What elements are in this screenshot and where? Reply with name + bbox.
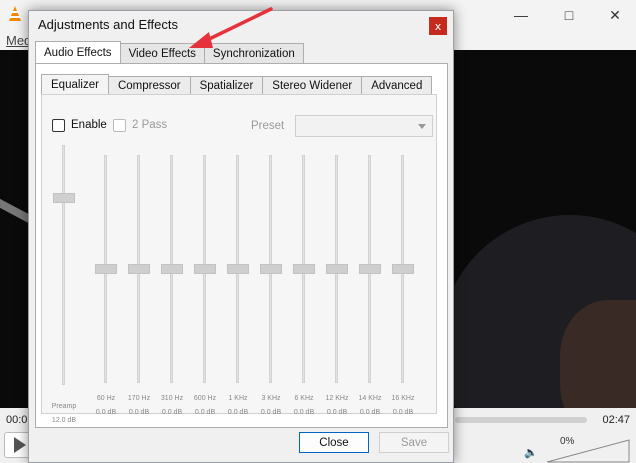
two-pass-checkbox[interactable]	[113, 119, 126, 132]
slider-thumb[interactable]	[392, 264, 414, 274]
volume-slider[interactable]	[545, 438, 631, 463]
slider-thumb[interactable]	[293, 264, 315, 274]
enable-label: Enable	[71, 119, 107, 131]
tab-spatializer[interactable]: Spatializer	[189, 76, 264, 94]
adjustments-dialog: Adjustments and Effects x Audio Effects …	[28, 10, 454, 463]
slider-thumb[interactable]	[227, 264, 249, 274]
preset-label: Preset	[251, 120, 285, 132]
chevron-down-icon	[418, 124, 426, 129]
tab-compressor[interactable]: Compressor	[107, 76, 191, 94]
vlc-cone-icon	[9, 6, 21, 21]
equalizer-panel: Enable 2 Pass Preset Preamp 12.0 dB 60 Hz 0…	[41, 94, 437, 424]
slider-thumb[interactable]	[359, 264, 381, 274]
preamp-label: Preamp	[51, 403, 77, 410]
slider-track[interactable]	[62, 145, 65, 385]
time-total: 02:47	[602, 414, 630, 426]
slider-thumb[interactable]	[95, 264, 117, 274]
slider-thumb[interactable]	[260, 264, 282, 274]
volume-percent: 0%	[560, 436, 575, 447]
slider-thumb[interactable]	[128, 264, 150, 274]
slider-thumb[interactable]	[194, 264, 216, 274]
two-pass-label: 2 Pass	[132, 119, 168, 131]
preset-dropdown[interactable]	[295, 115, 433, 137]
preamp-value: 12.0 dB	[51, 417, 77, 424]
band-gain-label: 0.0 dB	[392, 409, 414, 416]
seek-bar[interactable]	[455, 417, 587, 423]
dialog-title: Adjustments and Effects	[38, 17, 178, 32]
audio-effects-panel: Equalizer Compressor Spatializer Stereo …	[35, 63, 448, 428]
tab-audio-effects[interactable]: Audio Effects	[35, 41, 121, 63]
tab-stereo-widener[interactable]: Stereo Widener	[262, 76, 363, 94]
maximize-icon[interactable]: □	[546, 0, 592, 30]
slider-thumb[interactable]	[326, 264, 348, 274]
band-frequency-label: 16 KHz	[391, 395, 415, 402]
minimize-icon[interactable]: —	[498, 0, 544, 30]
enable-checkbox[interactable]	[52, 119, 65, 132]
speaker-icon[interactable]: 🔈	[524, 446, 538, 459]
annotation-arrow-icon	[189, 7, 273, 48]
save-button[interactable]: Save	[379, 432, 449, 453]
sub-tabs: Equalizer Compressor Spatializer Stereo …	[41, 74, 433, 94]
time-elapsed: 00:0	[6, 414, 28, 426]
slider-thumb[interactable]	[53, 192, 75, 203]
close-button[interactable]: Close	[299, 432, 369, 453]
slider-thumb[interactable]	[161, 264, 183, 274]
tab-advanced[interactable]: Advanced	[361, 76, 433, 94]
window-close-icon[interactable]: ✕	[592, 0, 636, 30]
play-icon	[13, 437, 26, 453]
dialog-close-icon[interactable]: x	[429, 17, 447, 35]
tab-equalizer[interactable]: Equalizer	[41, 74, 109, 94]
